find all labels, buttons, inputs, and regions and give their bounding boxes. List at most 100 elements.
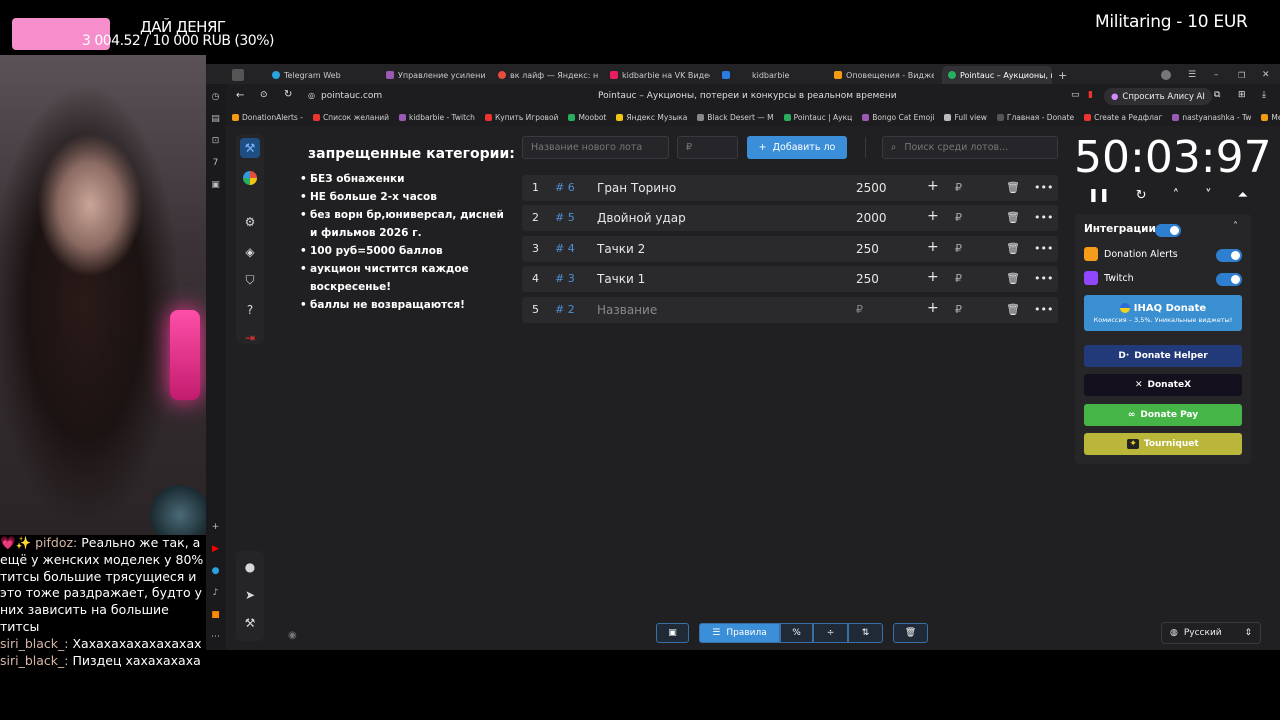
shield-icon[interactable]: ⛉ [240, 270, 260, 290]
compress-icon[interactable]: ÷ [813, 623, 848, 643]
bookmark-item[interactable]: Moobot [568, 110, 606, 124]
feedback-icon[interactable]: ▭ [1071, 90, 1080, 100]
telegram-icon[interactable]: ➤ [240, 585, 260, 605]
more-icon[interactable]: ••• [1034, 211, 1053, 224]
settings-icon[interactable]: ⚙ [240, 212, 260, 232]
clear-lots-icon[interactable]: 🗑 [893, 623, 928, 643]
currency-input[interactable]: ₽ [955, 272, 962, 285]
donatex-button[interactable]: ✕ DonateX [1084, 374, 1242, 396]
trash-icon[interactable]: 🗑 [1006, 242, 1020, 255]
bookmark-item[interactable]: Список желаний [312, 110, 389, 124]
more-icon[interactable]: ⋯ [209, 630, 222, 643]
add-amount-icon[interactable]: + [927, 178, 939, 194]
trash-icon[interactable]: 🗑 [1006, 272, 1020, 285]
shield-icon[interactable]: ⊙ [260, 90, 268, 100]
twitch-toggle[interactable] [1216, 273, 1242, 286]
lot-name[interactable]: Название [597, 303, 657, 317]
tab-yandex[interactable]: вк лайф — Яндекс: нашё [498, 66, 598, 84]
bookmark-icon[interactable]: ▮ [1088, 90, 1093, 100]
ihaq-donate-button[interactable]: IHAQ Donate Комиссия – 3,5%. Уникальные … [1084, 295, 1242, 331]
tourniquet-button[interactable]: ✦ Tourniquet [1084, 433, 1242, 455]
currency-input[interactable]: ₽ [955, 181, 962, 194]
maximize-icon[interactable]: ❐ [1238, 66, 1250, 84]
wheel-icon[interactable] [240, 168, 260, 188]
minimize-icon[interactable]: – [1214, 66, 1226, 84]
browser-menu-icon[interactable] [232, 66, 252, 84]
help-icon[interactable]: ? [240, 300, 260, 320]
url-field[interactable]: pointauc.com [321, 91, 382, 101]
logout-icon[interactable]: ⇥ [240, 328, 260, 348]
bookmark-item[interactable]: kidbarbie - Twitch [399, 110, 475, 124]
lot-search-input[interactable]: ⌕ Поиск среди лотов... [882, 136, 1058, 159]
lot-amount[interactable]: 250 [856, 242, 879, 256]
app-icon[interactable]: ■ [209, 608, 222, 621]
lot-amount[interactable]: 2500 [856, 181, 887, 195]
layers-icon[interactable]: ◈ [240, 242, 260, 262]
bookmark-item[interactable]: Яндекс Музыка [616, 110, 687, 124]
lot-amount-input[interactable]: ₽ [677, 136, 738, 159]
add-lot-button[interactable]: + Добавить ло [747, 136, 847, 159]
bookmark-item[interactable]: Meong Pack Em [1261, 110, 1280, 124]
more-icon[interactable]: ••• [1034, 181, 1053, 194]
download-icon[interactable]: ⤓ [1262, 90, 1266, 100]
seven-icon[interactable]: 7 [209, 156, 222, 169]
lot-name-input[interactable]: Название нового лота [522, 136, 669, 159]
more-icon[interactable]: ••• [1034, 242, 1053, 255]
tab-pointauc[interactable]: Pointauc – Аукционы, п✕ [942, 66, 1052, 84]
lot-name[interactable]: Гран Торино [597, 181, 676, 195]
add-panel-icon[interactable]: + [209, 520, 222, 533]
bookmark-item[interactable]: Black Desert — M [697, 110, 774, 124]
lot-name[interactable]: Двойной удар [597, 211, 686, 225]
bookmark-item[interactable]: nastyanashka - Tw [1172, 110, 1251, 124]
trash-icon[interactable]: 🗑 [1006, 303, 1020, 316]
screen-icon[interactable]: ▣ [209, 178, 222, 191]
donate-helper-button[interactable]: D· Donate Helper [1084, 345, 1242, 367]
lot-name[interactable]: Тачки 1 [597, 272, 645, 286]
menu-icon[interactable]: ☰ [1188, 66, 1200, 84]
integrations-toggle[interactable] [1155, 224, 1181, 237]
tiktok-icon[interactable]: ♪ [209, 586, 222, 599]
ask-alice-button[interactable]: ● Спросить Алису AI [1104, 88, 1212, 105]
auction-link-icon[interactable]: ⚒ [240, 613, 260, 633]
translate-icon[interactable]: ⧉ [1214, 90, 1220, 100]
more-icon[interactable]: ••• [1034, 303, 1053, 316]
add-amount-icon[interactable]: + [927, 208, 939, 224]
tab-boosts[interactable]: Управление усилениями [386, 66, 486, 84]
add-amount-icon[interactable]: + [927, 269, 939, 285]
trash-icon[interactable]: 🗑 [1006, 181, 1020, 194]
bookmark-item[interactable]: Главная - Donate [996, 110, 1074, 124]
currency-input[interactable]: ₽ [955, 211, 962, 224]
collapse-icon[interactable]: ⏶ [1238, 188, 1248, 203]
chevron-down-icon[interactable]: ˅ [1205, 188, 1212, 203]
tab-telegram[interactable]: Telegram Web [272, 66, 380, 84]
reload-icon[interactable]: ↻ [284, 89, 292, 100]
extensions-icon[interactable]: ⊞ [1238, 90, 1246, 100]
donation-alerts-toggle[interactable] [1216, 249, 1242, 262]
lot-amount[interactable]: 250 [856, 272, 879, 286]
reset-icon[interactable]: ↻ [1136, 188, 1147, 203]
pause-icon[interactable]: ❚❚ [1088, 188, 1110, 203]
lot-name[interactable]: Тачки 2 [597, 242, 645, 256]
downloads-icon[interactable]: ⊡ [209, 134, 222, 147]
auction-icon[interactable]: ⚒ [240, 138, 260, 158]
language-select[interactable]: ◍ Русский ⇕ [1161, 622, 1261, 644]
github-icon[interactable]: ● [240, 557, 260, 577]
lot-amount[interactable]: 2000 [856, 211, 887, 225]
percent-button[interactable]: % [780, 623, 813, 643]
bookmark-item[interactable]: Pointauc | Аукц [783, 110, 852, 124]
new-tab-button[interactable]: + [1058, 66, 1072, 84]
back-icon[interactable]: ← [236, 90, 244, 101]
collections-icon[interactable]: ▤ [209, 112, 222, 125]
telegram-icon[interactable]: ● [209, 564, 222, 577]
more-icon[interactable]: ••• [1034, 272, 1053, 285]
donate-pay-button[interactable]: ∞ Donate Pay [1084, 404, 1242, 426]
profile-icon[interactable] [1161, 66, 1173, 84]
save-icon[interactable]: ▣ [656, 623, 689, 643]
bookmark-item[interactable]: DonationAlerts - [232, 110, 303, 124]
close-window-icon[interactable]: ✕ [1262, 66, 1274, 84]
bookmark-item[interactable]: Купить Игровой [484, 110, 558, 124]
rules-button[interactable]: ☰ Правила [699, 623, 780, 643]
lot-amount[interactable]: ₽ [856, 303, 863, 316]
youtube-icon[interactable]: ▶ [209, 542, 222, 555]
add-amount-icon[interactable]: + [927, 300, 939, 316]
